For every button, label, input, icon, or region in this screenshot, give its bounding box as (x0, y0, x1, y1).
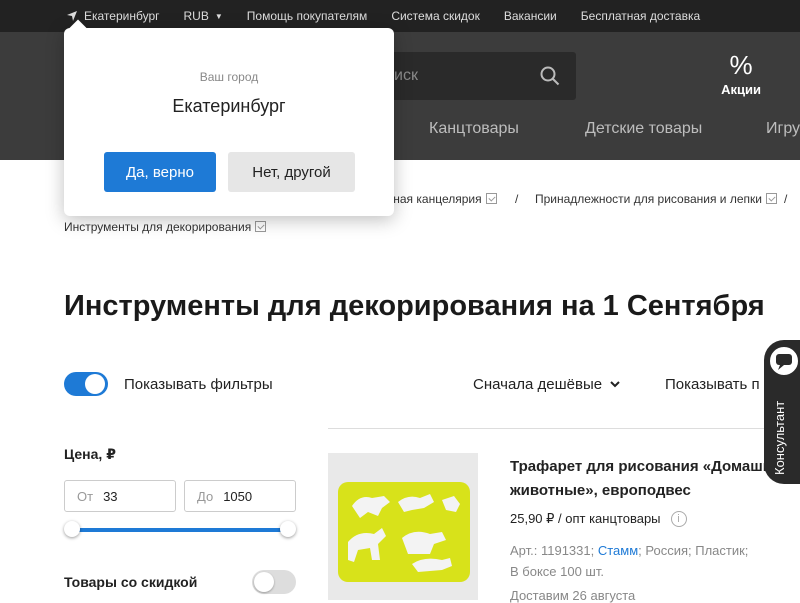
price-slider-track[interactable] (72, 528, 288, 532)
filters-toggle-label: Показывать фильтры (124, 375, 273, 393)
search-input[interactable]: иск (370, 52, 576, 100)
price-from-placeholder: От (77, 488, 94, 504)
chevron-down-icon: ▼ (214, 11, 223, 21)
percent-icon: % (729, 50, 753, 80)
search-placeholder: иск (394, 67, 418, 84)
currency-label: RUB (183, 9, 209, 23)
nav-kids[interactable]: Детские товары (585, 120, 702, 138)
info-icon[interactable]: i (670, 511, 687, 527)
price-slider-min-handle[interactable] (64, 521, 80, 537)
link-discounts[interactable]: Система скидок (391, 9, 480, 23)
checkbox-icon (765, 193, 777, 204)
consultant-widget[interactable]: Консультант (764, 340, 800, 484)
promotions-label: Акции (721, 82, 761, 97)
nav-stationery[interactable]: Канцтовары (429, 120, 519, 138)
discount-toggle-switch[interactable] (252, 570, 296, 594)
breadcrumb-separator: / (515, 192, 519, 206)
price-to-value: 1050 (223, 488, 253, 504)
chat-icon (768, 345, 800, 377)
price-from-value: 33 (103, 488, 118, 504)
product-sku: Арт.: 1191331; (510, 543, 598, 558)
brand-link[interactable]: Стамм (598, 543, 638, 558)
discount-filter-label: Товары со скидкой (64, 574, 198, 590)
popup-city: Екатеринбург (172, 96, 286, 116)
nav-toys[interactable]: Игру (766, 120, 800, 138)
product-meta: Арт.: 1191331; Стамм; Россия; Пластик; В… (510, 540, 770, 582)
price-slider-max-handle[interactable] (280, 521, 296, 537)
search-icon[interactable] (540, 66, 560, 86)
divider (328, 428, 800, 429)
breadcrumb-item[interactable]: Инструменты для декорирования (64, 220, 267, 234)
city-label: Екатеринбург (84, 9, 160, 23)
product-origin: ; Россия; Пластик; (638, 543, 749, 558)
link-free-delivery[interactable]: Бесплатная доставка (581, 9, 700, 23)
price-filter-heading: Цена, ₽ (64, 446, 116, 462)
link-vacancies[interactable]: Вакансии (504, 9, 557, 23)
chevron-down-icon (610, 381, 620, 388)
product-price-text: 25,90 ₽ / опт канцтовары (510, 511, 661, 526)
link-help[interactable]: Помощь покупателям (247, 9, 368, 23)
change-city-button[interactable]: Нет, другой (228, 152, 355, 192)
checkbox-icon (255, 221, 267, 232)
popup-question: Ваш город (199, 70, 259, 84)
product-pack: В боксе 100 шт. (510, 564, 604, 579)
product-price: 25,90 ₽ / опт канцтовары i (510, 511, 687, 527)
promotions-link[interactable]: % Акции (716, 52, 766, 97)
city-confirm-popup: Ваш город Екатеринбург Да, верно Нет, др… (64, 28, 394, 216)
stencil-image (338, 482, 470, 582)
price-from-field[interactable]: От 33 (64, 480, 176, 512)
product-title[interactable]: Трафарет для рисования «Домашн животные»… (510, 455, 800, 503)
price-to-placeholder: До (197, 488, 214, 504)
breadcrumb-separator: / (784, 192, 788, 206)
show-dropdown[interactable]: Показывать п (665, 376, 760, 393)
page-title: Инструменты для декорирования на 1 Сентя… (64, 290, 765, 322)
consultant-label: Консультант (772, 400, 787, 475)
sort-label: Сначала дешёвые (473, 376, 603, 393)
filters-toggle[interactable]: Показывать фильтры (64, 372, 273, 396)
currency-selector[interactable]: RUB ▼ (184, 9, 223, 23)
price-to-field[interactable]: До 1050 (184, 480, 296, 512)
delivery-date: Доставим 26 августа (510, 588, 636, 603)
toggle-switch[interactable] (64, 372, 108, 396)
confirm-city-button[interactable]: Да, верно (104, 152, 216, 192)
sort-dropdown[interactable]: Сначала дешёвые (473, 376, 620, 393)
breadcrumb-item[interactable]: Принадлежности для рисования и лепки (535, 192, 777, 206)
checkbox-icon (485, 193, 497, 204)
product-image[interactable] (328, 453, 478, 600)
